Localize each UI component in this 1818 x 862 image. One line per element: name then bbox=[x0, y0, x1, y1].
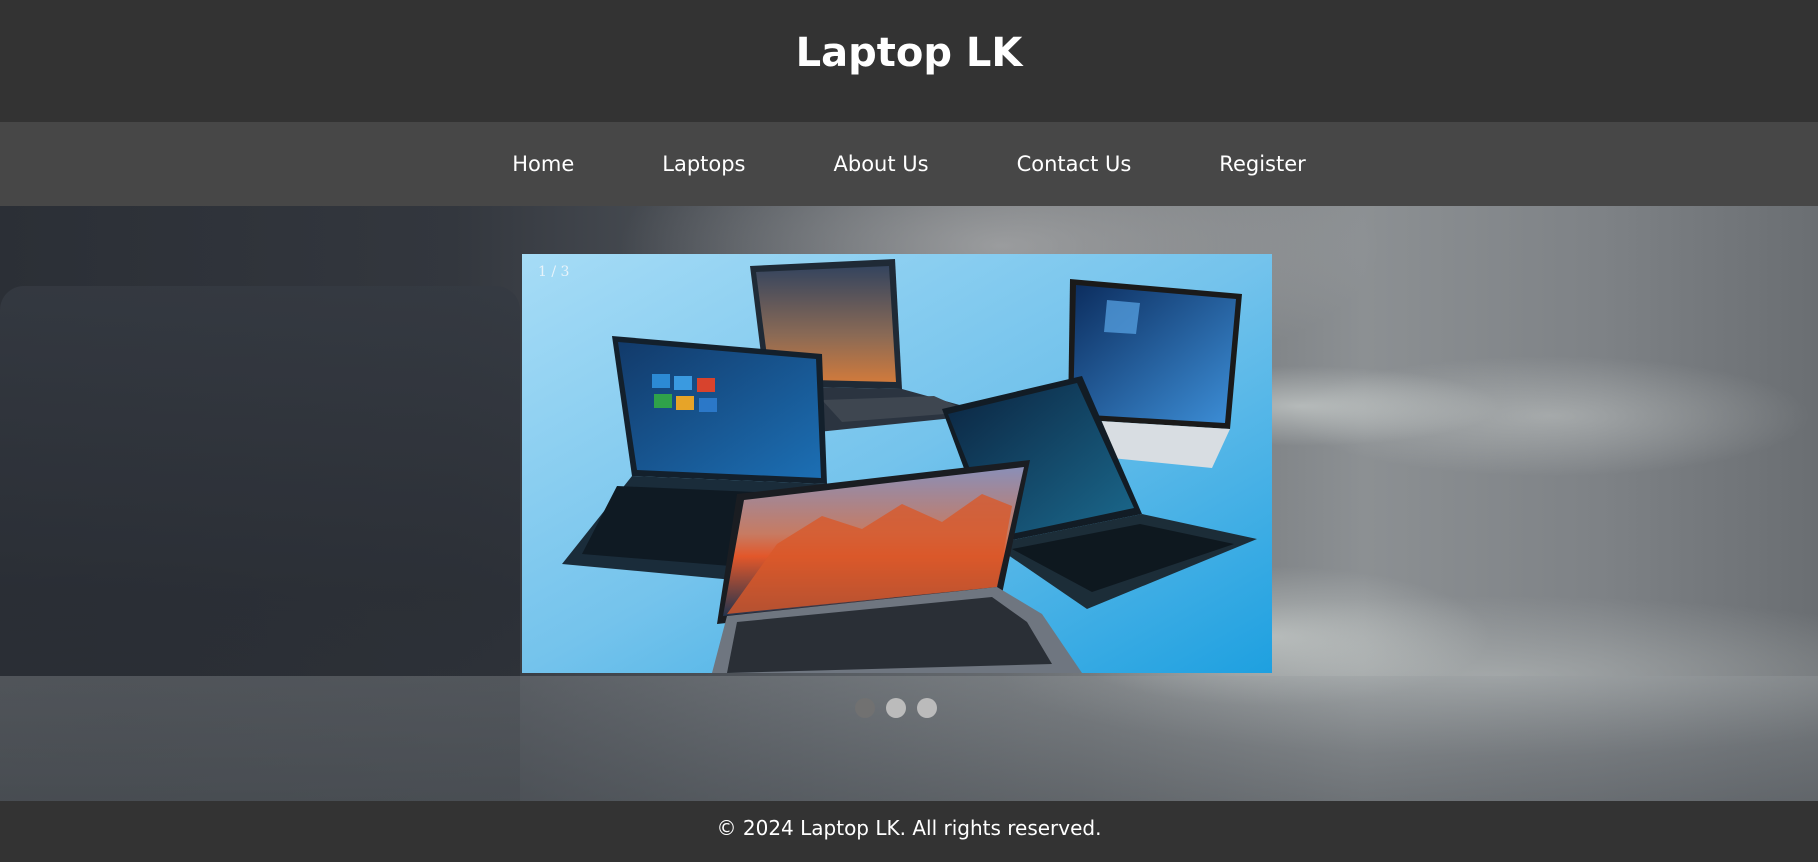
nav-contact-us-link[interactable]: Contact Us bbox=[973, 152, 1176, 176]
slide-counter: 1 / 3 bbox=[538, 264, 570, 280]
nav-home-link[interactable]: Home bbox=[468, 152, 618, 176]
laptops-photo bbox=[522, 254, 1272, 673]
slide-dot-1[interactable] bbox=[855, 698, 875, 718]
slide-dot-2[interactable] bbox=[886, 698, 906, 718]
nav-register-link[interactable]: Register bbox=[1175, 152, 1349, 176]
nav-laptops-link[interactable]: Laptops bbox=[618, 152, 789, 176]
main-nav: Home Laptops About Us Contact Us Registe… bbox=[0, 122, 1818, 206]
nav-about-us-link[interactable]: About Us bbox=[790, 152, 973, 176]
site-header: Laptop LK bbox=[0, 0, 1818, 122]
slide-dot-3[interactable] bbox=[917, 698, 937, 718]
slideshow-slide: 1 / 3 bbox=[522, 254, 1272, 673]
site-title: Laptop LK bbox=[795, 30, 1023, 76]
site-footer: © 2024 Laptop LK. All rights reserved. bbox=[0, 801, 1818, 862]
copyright-text: © 2024 Laptop LK. All rights reserved. bbox=[716, 815, 1102, 840]
slide-dots bbox=[855, 698, 937, 718]
